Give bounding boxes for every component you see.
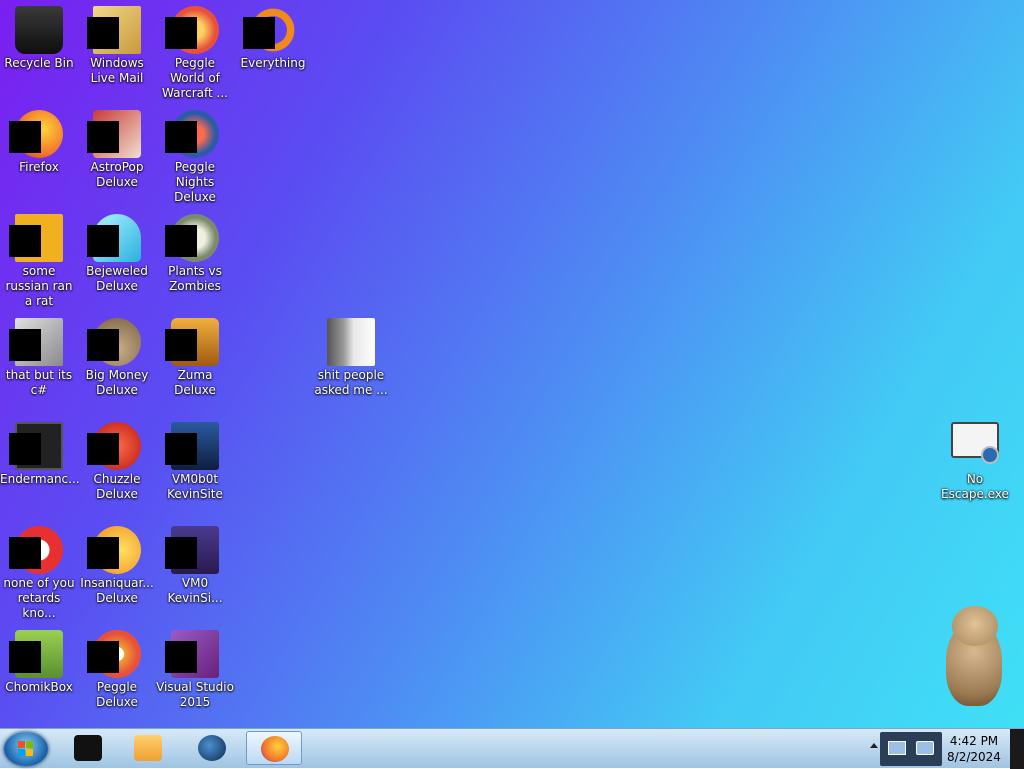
desktop-icon-astropop-deluxe[interactable]: AstroPop Deluxe xyxy=(78,110,156,190)
desktop-icon-peggle-world-of-warcraft[interactable]: Peggle World of Warcraft ... xyxy=(156,6,234,101)
clock-date: 8/2/2024 xyxy=(947,750,1001,764)
desktop-icon-bejeweled-deluxe[interactable]: Bejeweled Deluxe xyxy=(78,214,156,294)
redaction-box xyxy=(9,329,41,361)
recycle-bin-icon xyxy=(15,6,63,54)
tray-overflow-arrow-icon[interactable] xyxy=(870,743,878,748)
desktop-icon-label: Big Money Deluxe xyxy=(85,368,149,397)
redaction-box xyxy=(165,121,197,153)
globe-icon xyxy=(198,735,226,761)
redaction-box xyxy=(87,433,119,465)
taskbar-item-window[interactable] xyxy=(60,731,116,765)
redaction-box xyxy=(165,225,197,257)
desktop-icon-label: shit people asked me ... xyxy=(314,368,388,397)
redaction-box xyxy=(87,121,119,153)
redaction-box xyxy=(165,329,197,361)
taskbar: 4:42 PM 8/2/2024 xyxy=(0,728,1024,769)
redaction-box xyxy=(243,17,275,49)
desktop-icon-everything[interactable]: Everything xyxy=(234,6,312,71)
desktop-icon-label: that but its c# xyxy=(5,368,73,397)
firefox-icon xyxy=(261,736,289,762)
redaction-box xyxy=(9,641,41,673)
desktop-icon-insaniquarium-deluxe[interactable]: Insaniquar... Deluxe xyxy=(78,526,156,606)
taskbar-item-firefox[interactable] xyxy=(246,731,302,765)
desktop-icon-plants-vs-zombies[interactable]: Plants vs Zombies xyxy=(156,214,234,294)
show-desktop-button[interactable] xyxy=(1010,729,1024,769)
desktop-icon-label: VM0b0t KevinSite xyxy=(167,472,223,501)
redaction-box xyxy=(165,433,197,465)
desktop-icon-label: AstroPop Deluxe xyxy=(90,160,144,189)
desktop-icon-label: Plants vs Zombies xyxy=(168,264,222,293)
desktop-icon-label: Windows Live Mail xyxy=(90,56,144,85)
desktop-icon-label: Insaniquar... Deluxe xyxy=(80,576,154,605)
desktop-icon-shit-people-asked-me[interactable]: shit people asked me ... xyxy=(312,318,390,398)
redaction-box xyxy=(87,329,119,361)
redaction-box xyxy=(165,17,197,49)
desktop-icon-label: some russian ran a rat xyxy=(5,264,73,308)
desktop-icon-vm0b0t-kevinsite[interactable]: VM0b0t KevinSite xyxy=(156,422,234,502)
clock-time: 4:42 PM xyxy=(949,734,999,748)
redaction-box xyxy=(165,641,197,673)
desktop-icon-none-of-you[interactable]: none of you retards kno... xyxy=(0,526,78,621)
desktop-icon-label: Zuma Deluxe xyxy=(174,368,216,397)
desktop-icon-that-but-its-csharp[interactable]: that but its c# xyxy=(0,318,78,398)
redaction-box xyxy=(165,537,197,569)
redaction-box xyxy=(87,641,119,673)
desktop-icon-label: VM0 KevinSi... xyxy=(167,576,223,605)
taskbar-item-globe[interactable] xyxy=(184,731,240,765)
desktop-icon-peggle-deluxe[interactable]: Peggle Deluxe xyxy=(78,630,156,710)
media-player-icon xyxy=(134,735,162,761)
desktop-icon-no-escape[interactable]: No Escape.exe xyxy=(936,422,1014,502)
redaction-box xyxy=(9,537,41,569)
desktop-icon-label: No Escape.exe xyxy=(941,472,1009,501)
tray-icons xyxy=(880,732,942,766)
desktop-icon-endermanc[interactable]: Endermanc... xyxy=(0,422,80,487)
desktop-icon-label: ChomikBox xyxy=(5,680,73,694)
volume-icon[interactable] xyxy=(916,741,934,755)
desktop-icon-label: Endermanc... xyxy=(0,472,80,486)
network-icon[interactable] xyxy=(888,741,906,755)
redaction-box xyxy=(87,17,119,49)
desktop-icon-label: Peggle World of Warcraft ... xyxy=(162,56,228,100)
desktop-icon-label: Recycle Bin xyxy=(4,56,74,70)
redaction-box xyxy=(9,225,41,257)
desktop-icon-label: none of you retards kno... xyxy=(3,576,75,620)
desktop-icon-chuzzle-deluxe[interactable]: Chuzzle Deluxe xyxy=(78,422,156,502)
desktop-icon-some-russian-ran-a-rat[interactable]: some russian ran a rat xyxy=(0,214,78,309)
desktop-icon-label: Visual Studio 2015 xyxy=(156,680,234,709)
badge-icon xyxy=(981,446,999,464)
redaction-box xyxy=(9,121,41,153)
desktop: Recycle Bin Firefox some russian ran a r… xyxy=(0,0,1024,728)
desktop-icon-firefox[interactable]: Firefox xyxy=(0,110,78,175)
desktop-icon-zuma-deluxe[interactable]: Zuma Deluxe xyxy=(156,318,234,398)
desktop-icon-label: Firefox xyxy=(19,160,59,174)
desktop-icon-label: Everything xyxy=(240,56,306,70)
window-icon xyxy=(74,735,102,761)
taskbar-item-media-player[interactable] xyxy=(120,731,176,765)
desktop-icon-chomikbox[interactable]: ChomikBox xyxy=(0,630,78,695)
folder-icon xyxy=(327,318,375,366)
desktop-icon-label: Peggle Deluxe xyxy=(96,680,138,709)
windows-start-icon xyxy=(18,741,34,757)
desktop-icon-label: Chuzzle Deluxe xyxy=(93,472,141,501)
redaction-box xyxy=(9,433,41,465)
redaction-box xyxy=(87,225,119,257)
desktop-icon-label: Peggle Nights Deluxe xyxy=(174,160,216,204)
desktop-icon-vm0-kevinsi[interactable]: VM0 KevinSi... xyxy=(156,526,234,606)
redaction-box xyxy=(87,537,119,569)
hamster-mascot[interactable] xyxy=(932,604,1010,708)
start-button[interactable] xyxy=(4,732,48,766)
desktop-icon-big-money-deluxe[interactable]: Big Money Deluxe xyxy=(78,318,156,398)
desktop-icon-recycle-bin[interactable]: Recycle Bin xyxy=(0,6,78,71)
clock[interactable]: 4:42 PM 8/2/2024 xyxy=(944,733,1004,765)
desktop-icon-visual-studio-2015[interactable]: Visual Studio 2015 xyxy=(156,630,234,710)
desktop-icon-windows-live-mail[interactable]: Windows Live Mail xyxy=(78,6,156,86)
desktop-icon-peggle-nights-deluxe[interactable]: Peggle Nights Deluxe xyxy=(156,110,234,205)
desktop-icon-label: Bejeweled Deluxe xyxy=(86,264,148,293)
